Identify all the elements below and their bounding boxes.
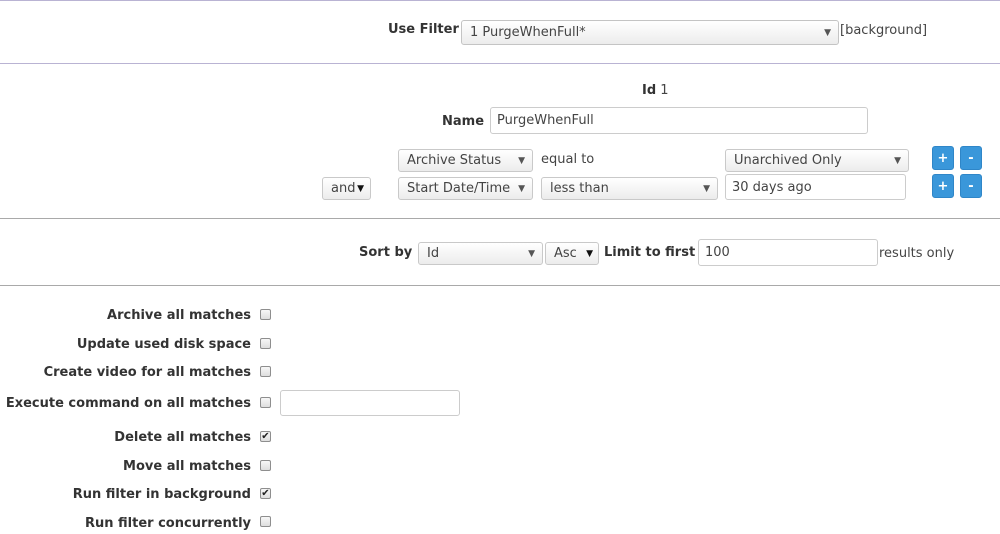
chevron-down-icon: ▼ [894, 155, 901, 166]
use-filter-select[interactable]: 1 PurgeWhenFull* ▼ [461, 20, 839, 45]
update-disk-space-label: Update used disk space [76, 337, 251, 352]
archive-all-checkbox[interactable] [260, 309, 271, 320]
chevron-down-icon: ▼ [586, 248, 593, 259]
checkmark-icon: ✔ [261, 430, 270, 442]
term-1-add-button[interactable]: + [932, 146, 954, 170]
limit-value: 100 [705, 245, 730, 260]
chevron-down-icon: ▼ [518, 183, 525, 194]
create-video-label: Create video for all matches [43, 365, 251, 380]
sort-field-value: Id [427, 246, 440, 261]
filter-background-tag: [background] [840, 23, 928, 38]
delete-all-label: Delete all matches [114, 430, 251, 445]
term-1-value-select[interactable]: Unarchived Only ▼ [725, 149, 909, 172]
term-2-attribute-select[interactable]: Start Date/Time ▼ [398, 177, 533, 200]
move-all-checkbox[interactable] [260, 460, 271, 471]
filter-id-label: Id [642, 83, 657, 98]
filter-name-value: PurgeWhenFull [497, 113, 594, 128]
execute-command-input[interactable] [280, 390, 460, 416]
archive-all-label: Archive all matches [107, 308, 251, 323]
filter-bar-divider [0, 63, 1000, 64]
run-background-checkbox[interactable]: ✔ [260, 488, 271, 499]
use-filter-select-value: 1 PurgeWhenFull* [470, 25, 586, 40]
sort-by-label: Sort by [359, 245, 413, 260]
sort-direction-select[interactable]: Asc ▼ [545, 242, 599, 265]
sort-field-select[interactable]: Id ▼ [418, 242, 543, 265]
chevron-down-icon: ▼ [528, 248, 535, 259]
term-1-value: Unarchived Only [734, 153, 842, 168]
execute-command-label: Execute command on all matches [5, 396, 251, 411]
limit-label: Limit to first [604, 245, 696, 260]
run-concurrently-checkbox[interactable] [260, 516, 271, 527]
filter-id-value: 1 [660, 83, 669, 98]
update-disk-space-checkbox[interactable] [260, 338, 271, 349]
filter-name-label: Name [442, 114, 485, 129]
filter-id: Id 1 [642, 83, 669, 98]
limit-input[interactable]: 100 [698, 239, 878, 266]
filter-name-input[interactable]: PurgeWhenFull [490, 107, 868, 134]
term-2-attribute-value: Start Date/Time [407, 181, 511, 196]
chevron-down-icon: ▼ [357, 183, 364, 194]
execute-command-checkbox[interactable] [260, 397, 271, 408]
top-divider [0, 0, 1000, 1]
term-2-operator-value: less than [550, 181, 609, 196]
term-2-conjunction-value: and [331, 181, 356, 196]
sort-direction-value: Asc [554, 246, 577, 261]
use-filter-label: Use Filter [388, 22, 459, 37]
term-1-attribute-select[interactable]: Archive Status ▼ [398, 149, 533, 172]
term-2-add-button[interactable]: + [932, 174, 954, 198]
checkmark-icon: ✔ [261, 487, 270, 499]
term-1-remove-button[interactable]: - [960, 146, 982, 170]
create-video-checkbox[interactable] [260, 366, 271, 377]
term-2-value: 30 days ago [732, 179, 812, 195]
term-2-value-input[interactable]: 30 days ago [725, 174, 906, 200]
term-1-operator: equal to [541, 152, 595, 167]
run-concurrently-label: Run filter concurrently [85, 516, 251, 531]
chevron-down-icon: ▼ [703, 183, 710, 194]
term-2-conjunction-select[interactable]: and ▼ [322, 177, 371, 200]
term-2-remove-button[interactable]: - [960, 174, 982, 198]
terms-divider [0, 218, 1000, 219]
term-2-operator-select[interactable]: less than ▼ [541, 177, 718, 200]
sort-divider [0, 285, 1000, 286]
chevron-down-icon: ▼ [518, 155, 525, 166]
term-1-attribute-value: Archive Status [407, 153, 502, 168]
limit-suffix: results only [879, 246, 955, 261]
move-all-label: Move all matches [123, 459, 251, 474]
run-background-label: Run filter in background [72, 487, 251, 502]
chevron-down-icon: ▼ [824, 27, 831, 38]
delete-all-checkbox[interactable]: ✔ [260, 431, 271, 442]
